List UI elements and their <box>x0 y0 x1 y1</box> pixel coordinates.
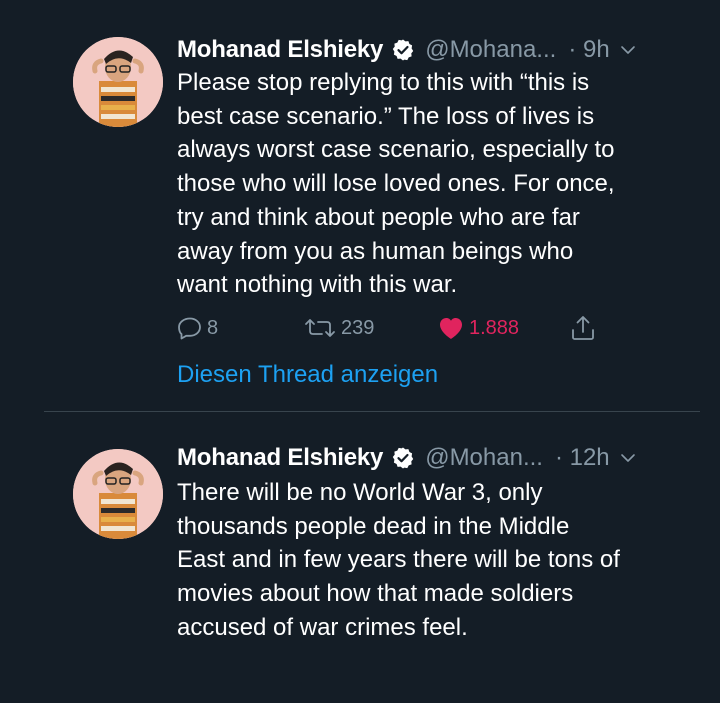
heart-icon <box>440 318 462 339</box>
tweet-text-line: away from you as human beings who <box>177 237 574 265</box>
avatar-image <box>73 449 163 539</box>
tweet-text-line: thousands people dead in the Middle <box>177 512 570 540</box>
reply-button[interactable]: 8 <box>177 312 218 344</box>
tweet-text: There will be no World War 3, only thous… <box>177 476 680 645</box>
reply-count: 8 <box>207 316 219 339</box>
like-button[interactable]: 1.888 <box>437 312 519 344</box>
tweet[interactable]: Mohanad Elshieky @Mohan... · 12h There w… <box>0 413 720 703</box>
like-count: 1.888 <box>469 316 520 339</box>
author-handle[interactable]: @Mohana... <box>425 36 556 64</box>
chevron-down-icon[interactable] <box>620 450 636 466</box>
tweet-text-line: There will be no World War 3, only <box>177 479 543 506</box>
author-name[interactable]: Mohanad Elshieky <box>177 444 383 472</box>
timeline: Mohanad Elshieky @Mohana... · 9h Please … <box>0 0 720 703</box>
tweet-text-line: try and think about people who are far <box>177 203 580 231</box>
avatar[interactable] <box>73 449 163 539</box>
author-name[interactable]: Mohanad Elshieky <box>177 36 383 64</box>
divider <box>44 411 700 412</box>
timestamp[interactable]: · 9h <box>568 36 609 64</box>
tweet-text-line: movies about how that made soldiers <box>177 580 574 608</box>
avatar-image <box>73 37 163 127</box>
tweet-header: Mohanad Elshieky @Mohan... · 12h <box>177 442 706 474</box>
avatar[interactable] <box>73 37 163 127</box>
share-icon <box>572 316 594 340</box>
share-button[interactable] <box>569 312 597 344</box>
author-handle[interactable]: @Mohan... <box>425 444 543 472</box>
show-thread-link[interactable]: Diesen Thread anzeigen <box>177 361 438 389</box>
reply-icon <box>178 317 201 340</box>
tweet-text-line: Please stop replying to this with “this … <box>177 69 590 96</box>
retweet-icon <box>305 319 335 337</box>
verified-badge-icon <box>393 39 414 61</box>
tweet-text: Please stop replying to this with “this … <box>177 66 680 302</box>
timestamp[interactable]: · 12h <box>555 444 610 472</box>
tweet-text-line: accused of war crimes feel. <box>177 613 468 641</box>
tweet-header: Mohanad Elshieky @Mohana... · 9h <box>177 34 706 66</box>
tweet-text-line: best case scenario.” The loss of lives i… <box>177 102 595 130</box>
tweet-text-line: want nothing with this war. <box>177 271 458 299</box>
tweet-text-line: those who will lose loved ones. For once… <box>177 170 615 198</box>
tweet-text-line: always worst case scenario, especially t… <box>177 136 615 164</box>
retweet-button[interactable]: 239 <box>303 312 374 344</box>
tweet-text-line: East and in few years there will be tons… <box>177 546 620 574</box>
verified-badge-icon <box>393 447 414 469</box>
chevron-down-icon[interactable] <box>620 42 636 58</box>
tweet-actions: 8 239 1.888 <box>177 312 637 344</box>
retweet-count: 239 <box>341 316 375 339</box>
tweet[interactable]: Mohanad Elshieky @Mohana... · 9h Please … <box>0 0 720 412</box>
